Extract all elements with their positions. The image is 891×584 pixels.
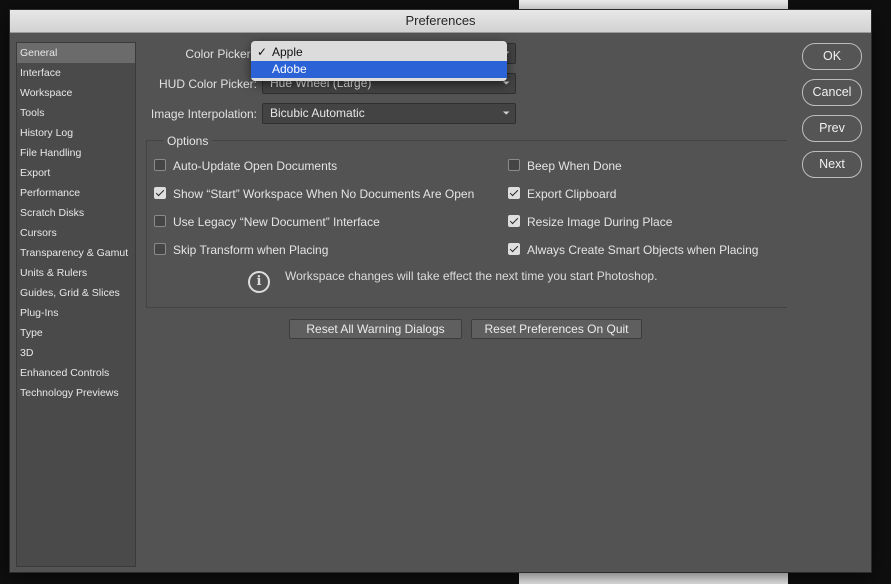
info-message: Workspace changes will take effect the n… bbox=[285, 269, 658, 283]
sidebar-item-general[interactable]: General bbox=[17, 43, 135, 63]
option-auto-update-open-documents[interactable]: Auto-Update Open Documents bbox=[154, 159, 337, 173]
sidebar-item-performance[interactable]: Performance bbox=[17, 183, 135, 203]
checkbox[interactable] bbox=[508, 159, 520, 171]
reset-preferences-on-quit-button[interactable]: Reset Preferences On Quit bbox=[471, 319, 642, 339]
preferences-dialog: Preferences General Interface Workspace … bbox=[9, 9, 872, 573]
next-button[interactable]: Next bbox=[802, 151, 862, 178]
image-interpolation-label: Image Interpolation: bbox=[150, 107, 257, 121]
option-export-clipboard[interactable]: Export Clipboard bbox=[508, 187, 616, 201]
sidebar-item-plug-ins[interactable]: Plug-Ins bbox=[17, 303, 135, 323]
checkbox-checked[interactable] bbox=[508, 187, 520, 199]
option-beep-when-done[interactable]: Beep When Done bbox=[508, 159, 622, 173]
sidebar-item-workspace[interactable]: Workspace bbox=[17, 83, 135, 103]
sidebar-item-type[interactable]: Type bbox=[17, 323, 135, 343]
image-interpolation-value: Bicubic Automatic bbox=[270, 106, 365, 120]
checkbox-checked[interactable] bbox=[508, 215, 520, 227]
chevron-down-icon: ⏷ bbox=[502, 108, 510, 118]
sidebar-item-scratch-disks[interactable]: Scratch Disks bbox=[17, 203, 135, 223]
cancel-button[interactable]: Cancel bbox=[802, 79, 862, 106]
sidebar-item-transparency-gamut[interactable]: Transparency & Gamut bbox=[17, 243, 135, 263]
options-title: Options bbox=[163, 134, 213, 148]
checkbox-checked[interactable] bbox=[154, 187, 166, 199]
reset-warning-dialogs-button[interactable]: Reset All Warning Dialogs bbox=[289, 319, 462, 339]
sidebar-item-interface[interactable]: Interface bbox=[17, 63, 135, 83]
window-title: Preferences bbox=[10, 10, 871, 33]
checkbox[interactable] bbox=[154, 243, 166, 255]
option-show-start-workspace[interactable]: Show “Start” Workspace When No Documents… bbox=[154, 187, 474, 201]
dropdown-option-apple[interactable]: ✓ Apple bbox=[251, 44, 507, 61]
dropdown-option-adobe[interactable]: Adobe bbox=[251, 61, 507, 78]
sidebar-item-export[interactable]: Export bbox=[17, 163, 135, 183]
option-always-create-smart-objects[interactable]: Always Create Smart Objects when Placing bbox=[508, 243, 758, 257]
sidebar-item-units-rulers[interactable]: Units & Rulers bbox=[17, 263, 135, 283]
sidebar-item-enhanced-controls[interactable]: Enhanced Controls bbox=[17, 363, 135, 383]
image-interpolation-select[interactable]: Bicubic Automatic ⏷ bbox=[262, 103, 516, 124]
hud-color-picker-label: HUD Color Picker: bbox=[158, 77, 257, 91]
option-resize-image-during-place[interactable]: Resize Image During Place bbox=[508, 215, 672, 229]
sidebar-item-history-log[interactable]: History Log bbox=[17, 123, 135, 143]
info-icon: i bbox=[248, 271, 270, 293]
sidebar-item-3d[interactable]: 3D bbox=[17, 343, 135, 363]
checkbox-checked[interactable] bbox=[508, 243, 520, 255]
checkmark-icon: ✓ bbox=[257, 45, 268, 59]
sidebar-item-technology-previews[interactable]: Technology Previews bbox=[17, 383, 135, 403]
sidebar: General Interface Workspace Tools Histor… bbox=[16, 42, 136, 567]
option-use-legacy-new-document[interactable]: Use Legacy “New Document” Interface bbox=[154, 215, 380, 229]
sidebar-item-guides-grid-slices[interactable]: Guides, Grid & Slices bbox=[17, 283, 135, 303]
color-picker-label: Color Picker: bbox=[185, 47, 254, 61]
sidebar-item-cursors[interactable]: Cursors bbox=[17, 223, 135, 243]
option-skip-transform-when-placing[interactable]: Skip Transform when Placing bbox=[154, 243, 328, 257]
checkbox[interactable] bbox=[154, 159, 166, 171]
sidebar-item-tools[interactable]: Tools bbox=[17, 103, 135, 123]
checkbox[interactable] bbox=[154, 215, 166, 227]
color-picker-dropdown-menu: ✓ Apple Adobe bbox=[251, 41, 507, 81]
sidebar-item-file-handling[interactable]: File Handling bbox=[17, 143, 135, 163]
prev-button[interactable]: Prev bbox=[802, 115, 862, 142]
ok-button[interactable]: OK bbox=[802, 43, 862, 70]
